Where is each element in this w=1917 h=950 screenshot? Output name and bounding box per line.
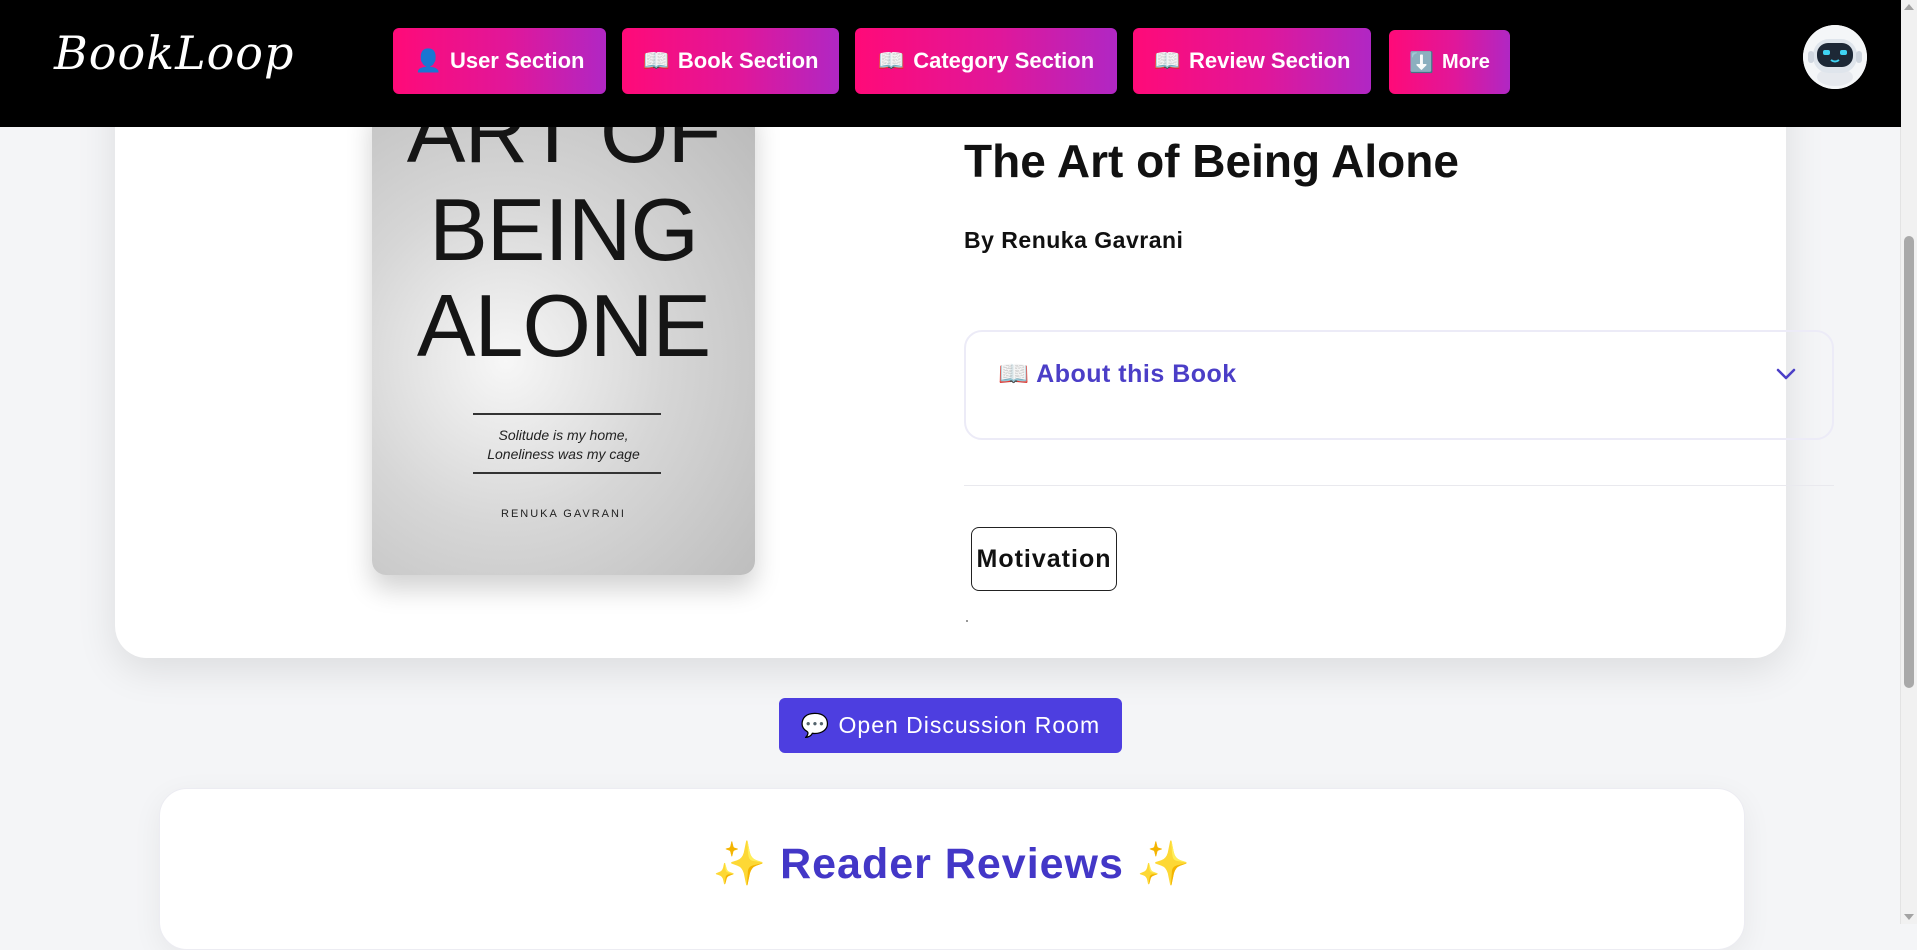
user-section-label: User Section — [449, 48, 585, 73]
book-icon: 📖 — [877, 48, 906, 73]
open-discussion-room-button[interactable]: 💬 Open Discussion Room — [779, 698, 1122, 753]
reviews-heading: ✨ Reader Reviews ✨ — [160, 839, 1744, 889]
speech-bubble-icon: 💬 — [800, 712, 831, 738]
top-navbar: BookLoop 👤 User Section 📖 Book Section 📖… — [0, 0, 1901, 127]
user-icon: 👤 — [414, 48, 442, 73]
sparkle-icon: ✨ — [1136, 840, 1192, 888]
section-divider — [964, 485, 1834, 486]
app-logo[interactable]: BookLoop — [54, 26, 294, 80]
cover-tagline: Loneliness was my cage — [487, 446, 640, 462]
about-book-header[interactable]: 📖 About this Book — [998, 360, 1237, 389]
user-section-button[interactable]: 👤 User Section — [393, 28, 606, 94]
scroll-down-icon[interactable] — [1904, 914, 1914, 920]
book-icon: 📖 — [998, 360, 1030, 388]
book-detail-card: ART OF BEING ALONE Solitude is my home, … — [115, 40, 1834, 658]
book-section-button[interactable]: 📖 Book Section — [622, 28, 839, 94]
category-tag[interactable]: Motivation — [971, 527, 1117, 591]
robot-avatar-icon[interactable] — [1803, 25, 1867, 89]
cover-tagline: Solitude is my home, — [498, 427, 629, 443]
discussion-button-label: Open Discussion Room — [838, 712, 1101, 738]
cover-divider — [473, 472, 661, 474]
cover-author: RENUKA GAVRANI — [501, 508, 626, 520]
down-arrow-icon: ⬇️ — [1409, 51, 1435, 74]
category-section-label: Category Section — [913, 48, 1095, 73]
scroll-up-icon[interactable] — [1904, 4, 1914, 10]
review-section-button[interactable]: 📖 Review Section — [1133, 28, 1371, 94]
book-title: The Art of Being Alone — [964, 135, 1459, 187]
page-scrollbar[interactable] — [1900, 0, 1917, 924]
book-section-label: Book Section — [677, 48, 819, 73]
review-section-label: Review Section — [1189, 48, 1351, 73]
more-dropdown-button[interactable]: ⬇️ More — [1389, 30, 1510, 94]
about-book-label: About this Book — [1036, 360, 1237, 388]
book-icon: 📖 — [642, 48, 670, 73]
reader-reviews-card: ✨ Reader Reviews ✨ — [159, 788, 1745, 950]
chevron-down-icon[interactable] — [1774, 362, 1798, 386]
reviews-title-text: Reader Reviews — [780, 840, 1124, 888]
book-cover-image: ART OF BEING ALONE Solitude is my home, … — [372, 100, 755, 575]
scrollbar-thumb[interactable] — [1904, 236, 1914, 688]
category-section-button[interactable]: 📖 Category Section — [855, 28, 1117, 94]
about-book-accordion[interactable]: 📖 About this Book — [964, 330, 1834, 440]
cover-divider — [473, 413, 661, 415]
book-author: By Renuka Gavrani — [964, 227, 1184, 253]
divider-dot — [966, 620, 968, 622]
cover-title-line: BEING — [429, 180, 699, 279]
more-label: More — [1442, 50, 1490, 73]
sparkle-icon: ✨ — [712, 840, 768, 888]
cover-title-line: ALONE — [416, 276, 711, 375]
book-icon: 📖 — [1153, 48, 1181, 73]
